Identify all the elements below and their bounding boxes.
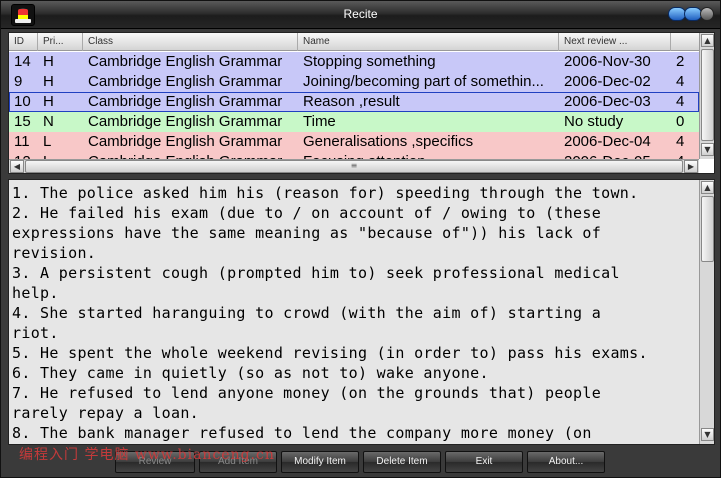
list-header: ID Pri... Class Name Next review ... bbox=[9, 33, 699, 51]
table-row[interactable]: 9 H Cambridge English Grammar Joining/becom… bbox=[9, 72, 699, 92]
column-header-priority[interactable]: Pri... bbox=[38, 33, 83, 51]
cell-priority: H bbox=[43, 73, 54, 90]
list-vertical-scrollbar[interactable]: ▲ ▼ bbox=[699, 33, 714, 159]
column-header-next-review[interactable]: Next review ... bbox=[559, 33, 671, 51]
cell-name: Generalisations ,specifics bbox=[303, 133, 474, 150]
cell-count: 4 bbox=[676, 133, 685, 150]
cell-class: Cambridge English Grammar bbox=[88, 53, 283, 70]
cell-next-review: No study bbox=[564, 113, 624, 130]
scroll-left-icon[interactable]: ◀ bbox=[10, 160, 24, 173]
list-hscroll-thumb[interactable]: ≡ bbox=[25, 160, 683, 173]
review-button[interactable]: Review bbox=[115, 451, 195, 473]
cell-next-review: 2006-Dec-03 bbox=[564, 93, 651, 110]
scroll-down-icon[interactable]: ▼ bbox=[701, 143, 714, 156]
content-lines: 1. The police asked him his (reason for)… bbox=[12, 183, 698, 443]
content-line: expressions have the same meaning as "be… bbox=[12, 224, 602, 242]
cell-priority: L bbox=[43, 133, 52, 150]
cell-name: Joining/becoming part of somethin... bbox=[303, 73, 544, 90]
cell-count: 4 bbox=[676, 73, 685, 90]
content-line: 4. She started haranguing to crowd (with… bbox=[12, 304, 602, 322]
table-row[interactable]: 15 N Cambridge English Grammar Time No study… bbox=[9, 112, 699, 132]
cell-priority: H bbox=[43, 53, 54, 70]
content-line: 2. He failed his exam (due to / on accou… bbox=[12, 204, 602, 222]
close-button[interactable] bbox=[700, 7, 714, 21]
content-line: rarely repay a loan. bbox=[12, 404, 200, 422]
list-horizontal-scrollbar[interactable]: ◀ ≡ ▶ bbox=[9, 159, 699, 173]
column-header-count[interactable] bbox=[671, 33, 699, 51]
add-item-button[interactable]: Add Item bbox=[199, 451, 277, 473]
table-row[interactable]: 10 H Cambridge English Grammar Reason ,resu… bbox=[9, 92, 699, 112]
content-scroll-up-icon[interactable]: ▲ bbox=[701, 181, 714, 194]
cell-name: Stopping something bbox=[303, 53, 436, 70]
button-bar: Review Add Item Modify Item Delete Item … bbox=[1, 447, 720, 477]
content-scroll-down-icon[interactable]: ▼ bbox=[701, 428, 714, 441]
content-line: riot. bbox=[12, 324, 59, 342]
content-line: revision. bbox=[12, 244, 97, 262]
content-line: help. bbox=[12, 284, 59, 302]
scroll-up-icon[interactable]: ▲ bbox=[701, 34, 714, 47]
column-header-id[interactable]: ID bbox=[9, 33, 38, 51]
content-line: 1. The police asked him his (reason for)… bbox=[12, 184, 639, 202]
cell-id: 10 bbox=[14, 93, 31, 110]
cell-next-review: 2006-Dec-02 bbox=[564, 73, 651, 90]
cell-priority: N bbox=[43, 113, 54, 130]
recite-window: Recite ID Pri... Class Name Next review … bbox=[0, 0, 721, 478]
table-row[interactable]: 11 L Cambridge English Grammar Generalisati… bbox=[9, 132, 699, 152]
cell-count: 2 bbox=[676, 53, 685, 70]
content-scroll-thumb[interactable] bbox=[701, 196, 714, 262]
cell-next-review: 2006-Nov-30 bbox=[564, 53, 651, 70]
cell-priority: H bbox=[43, 93, 54, 110]
item-list[interactable]: ID Pri... Class Name Next review ... 14 H… bbox=[8, 32, 715, 174]
cell-class: Cambridge English Grammar bbox=[88, 113, 283, 130]
title-bar[interactable]: Recite bbox=[1, 1, 720, 29]
content-line: 8. The bank manager refused to lend the … bbox=[12, 424, 592, 442]
cell-id: 14 bbox=[14, 53, 31, 70]
exit-button[interactable]: Exit bbox=[445, 451, 523, 473]
cell-id: 15 bbox=[14, 113, 31, 130]
cell-class: Cambridge English Grammar bbox=[88, 133, 283, 150]
content-line: 3. A persistent cough (prompted him to) … bbox=[12, 264, 620, 282]
item-content-text[interactable]: 1. The police asked him his (reason for)… bbox=[8, 179, 715, 445]
modify-item-button[interactable]: Modify Item bbox=[281, 451, 359, 473]
delete-item-button[interactable]: Delete Item bbox=[363, 451, 441, 473]
table-row[interactable]: 14 H Cambridge English Grammar Stopping som… bbox=[9, 52, 699, 72]
scroll-right-icon[interactable]: ▶ bbox=[684, 160, 698, 173]
about-button[interactable]: About... bbox=[527, 451, 605, 473]
content-line: 7. He refused to lend anyone money (on t… bbox=[12, 384, 602, 402]
cell-id: 9 bbox=[14, 73, 23, 90]
cell-class: Cambridge English Grammar bbox=[88, 93, 283, 110]
cell-count: 4 bbox=[676, 93, 685, 110]
cell-id: 11 bbox=[14, 133, 30, 150]
list-scroll-thumb[interactable] bbox=[701, 49, 714, 141]
content-vertical-scrollbar[interactable]: ▲ ▼ bbox=[699, 180, 714, 444]
cell-class: Cambridge English Grammar bbox=[88, 73, 283, 90]
content-line: 5. He spent the whole weekend revising (… bbox=[12, 344, 648, 362]
cell-name: Reason ,result bbox=[303, 93, 400, 110]
content-line: 6. They came in quietly (so as not to) w… bbox=[12, 364, 489, 382]
cell-next-review: 2006-Dec-04 bbox=[564, 133, 651, 150]
cell-count: 0 bbox=[676, 113, 685, 130]
column-header-class[interactable]: Class bbox=[83, 33, 298, 51]
cell-name: Time bbox=[303, 113, 336, 130]
column-header-name[interactable]: Name bbox=[298, 33, 559, 51]
window-title: Recite bbox=[343, 7, 378, 21]
